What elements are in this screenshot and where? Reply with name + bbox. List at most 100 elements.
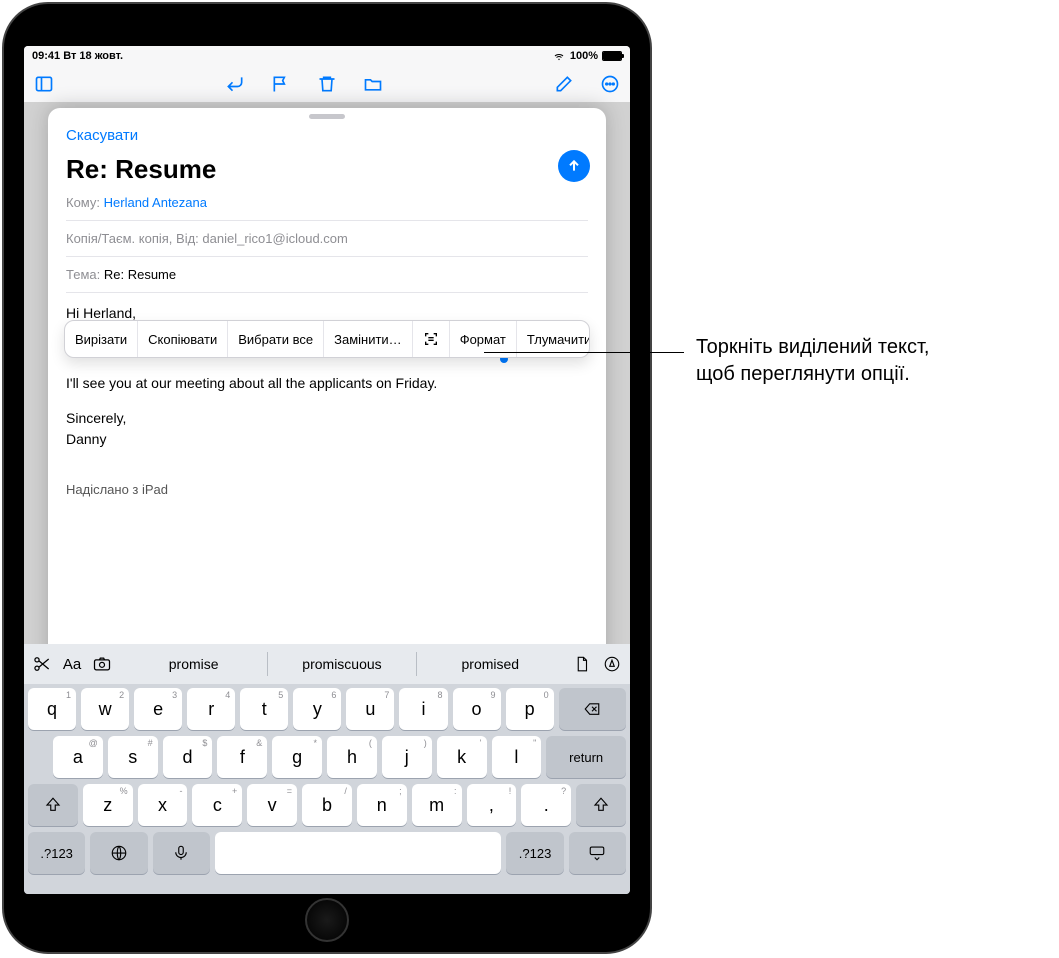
- edit-replace[interactable]: Замінити…: [324, 321, 413, 357]
- space-key[interactable]: [215, 832, 502, 874]
- mail-toolbar-background: [24, 66, 630, 102]
- key-a[interactable]: a@: [53, 736, 103, 778]
- shift-key[interactable]: [28, 784, 78, 826]
- suggestion-1[interactable]: promise: [120, 652, 268, 676]
- key-v[interactable]: v=: [247, 784, 297, 826]
- key-z[interactable]: z%: [83, 784, 133, 826]
- battery-icon: [602, 51, 622, 61]
- keyboard-row-2: a@s#d$f&g*h(j)k'l"return: [28, 736, 626, 778]
- key-h[interactable]: h(: [327, 736, 377, 778]
- shift-icon: [592, 796, 610, 814]
- status-right: 100%: [552, 50, 622, 62]
- suggestion-3[interactable]: promised: [417, 652, 564, 676]
- subject-field[interactable]: Тема: Re: Resume: [66, 257, 588, 293]
- key-l[interactable]: l": [492, 736, 542, 778]
- key-,[interactable]: ,!: [467, 784, 517, 826]
- to-label: Кому:: [66, 195, 100, 210]
- microphone-icon: [172, 844, 190, 862]
- key-e[interactable]: e3: [134, 688, 182, 730]
- compose-icon[interactable]: [554, 74, 574, 94]
- suggestion-bar: promise promiscuous promised: [120, 652, 564, 676]
- key-s[interactable]: s#: [108, 736, 158, 778]
- edit-scan-text[interactable]: [413, 321, 450, 357]
- key-r[interactable]: r4: [187, 688, 235, 730]
- markup-icon[interactable]: [600, 652, 624, 676]
- key-c[interactable]: c+: [192, 784, 242, 826]
- trash-icon[interactable]: [317, 74, 337, 94]
- key-j[interactable]: j): [382, 736, 432, 778]
- key-x[interactable]: x-: [138, 784, 188, 826]
- keyboard-row-4: .?123 .?123: [28, 832, 626, 874]
- dismiss-keyboard-key[interactable]: [569, 832, 626, 874]
- scan-text-icon: [423, 331, 439, 347]
- key-b[interactable]: b/: [302, 784, 352, 826]
- key-d[interactable]: d$: [163, 736, 213, 778]
- reply-icon[interactable]: [225, 74, 245, 94]
- key-.[interactable]: .?: [521, 784, 571, 826]
- keyboard-row-1: q1w2e3r4t5y6u7i8o9p0: [28, 688, 626, 730]
- camera-scan-icon[interactable]: [90, 652, 114, 676]
- ipad-device-frame: 09:41 Вт 18 жовт. 100%: [2, 2, 652, 954]
- key-k[interactable]: k': [437, 736, 487, 778]
- keyboard-row-3: z%x-c+v=b/n;m:,!.?: [28, 784, 626, 826]
- arrow-up-icon: [566, 158, 582, 174]
- shift-key-right[interactable]: [576, 784, 626, 826]
- key-m[interactable]: m:: [412, 784, 462, 826]
- more-icon[interactable]: [600, 74, 620, 94]
- return-key[interactable]: return: [546, 736, 626, 778]
- keyboard-rows: q1w2e3r4t5y6u7i8o9p0 a@s#d$f&g*h(j)k'l"r…: [24, 684, 630, 894]
- key-g[interactable]: g*: [272, 736, 322, 778]
- key-w[interactable]: w2: [81, 688, 129, 730]
- key-p[interactable]: p0: [506, 688, 554, 730]
- edit-copy[interactable]: Скопіювати: [138, 321, 228, 357]
- sent-from-signature: Надіслано з iPad: [66, 480, 588, 500]
- suggestion-2[interactable]: promiscuous: [268, 652, 416, 676]
- key-o[interactable]: o9: [453, 688, 501, 730]
- globe-icon: [110, 844, 128, 862]
- status-time: 09:41 Вт 18 жовт.: [32, 50, 123, 62]
- ipad-screen: 09:41 Вт 18 жовт. 100%: [24, 46, 630, 894]
- to-value[interactable]: Herland Antezana: [104, 195, 207, 210]
- key-f[interactable]: f&: [217, 736, 267, 778]
- key-n[interactable]: n;: [357, 784, 407, 826]
- scissors-icon[interactable]: [30, 652, 54, 676]
- body-paragraph-2: I'll see you at our meeting about all th…: [66, 373, 588, 394]
- compose-title: Re: Resume: [66, 154, 588, 185]
- folder-icon[interactable]: [363, 74, 383, 94]
- numbers-key-right[interactable]: .?123: [506, 832, 563, 874]
- compose-sheet: Скасувати Re: Resume Кому: Herland Antez…: [48, 108, 606, 684]
- keyboard-toolbar: Aa promise promiscuous promised: [24, 644, 630, 684]
- key-i[interactable]: i8: [399, 688, 447, 730]
- sheet-grabber[interactable]: [309, 114, 345, 119]
- cc-label: Копія/Таєм. копія, Від:: [66, 231, 199, 246]
- document-icon[interactable]: [570, 652, 594, 676]
- cc-bcc-from-field[interactable]: Копія/Таєм. копія, Від: daniel_rico1@icl…: [66, 221, 588, 257]
- callout-leader-line: [484, 352, 684, 353]
- body-signoff: Sincerely, Danny: [66, 408, 588, 450]
- delete-key[interactable]: [559, 688, 626, 730]
- key-t[interactable]: t5: [240, 688, 288, 730]
- shift-icon: [44, 796, 62, 814]
- globe-key[interactable]: [90, 832, 147, 874]
- status-bar: 09:41 Вт 18 жовт. 100%: [24, 46, 630, 66]
- edit-cut[interactable]: Вирізати: [65, 321, 138, 357]
- callout-text: Торкніть виділений текст, щоб переглянут…: [696, 334, 1046, 388]
- flag-icon[interactable]: [271, 74, 291, 94]
- key-y[interactable]: y6: [293, 688, 341, 730]
- text-format-icon[interactable]: Aa: [60, 652, 84, 676]
- dictation-key[interactable]: [153, 832, 210, 874]
- home-button[interactable]: [305, 898, 349, 942]
- wifi-icon: [552, 50, 566, 62]
- to-field[interactable]: Кому: Herland Antezana: [66, 185, 588, 221]
- sidebar-icon[interactable]: [34, 74, 54, 94]
- keyboard-dismiss-icon: [588, 844, 606, 862]
- edit-select-all[interactable]: Вибрати все: [228, 321, 324, 357]
- cancel-button[interactable]: Скасувати: [66, 127, 588, 144]
- cc-value: daniel_rico1@icloud.com: [202, 231, 347, 246]
- key-q[interactable]: q1: [28, 688, 76, 730]
- key-u[interactable]: u7: [346, 688, 394, 730]
- subject-value: Re: Resume: [104, 267, 176, 282]
- send-button[interactable]: [558, 150, 590, 182]
- battery-percent: 100%: [570, 50, 598, 62]
- numbers-key-left[interactable]: .?123: [28, 832, 85, 874]
